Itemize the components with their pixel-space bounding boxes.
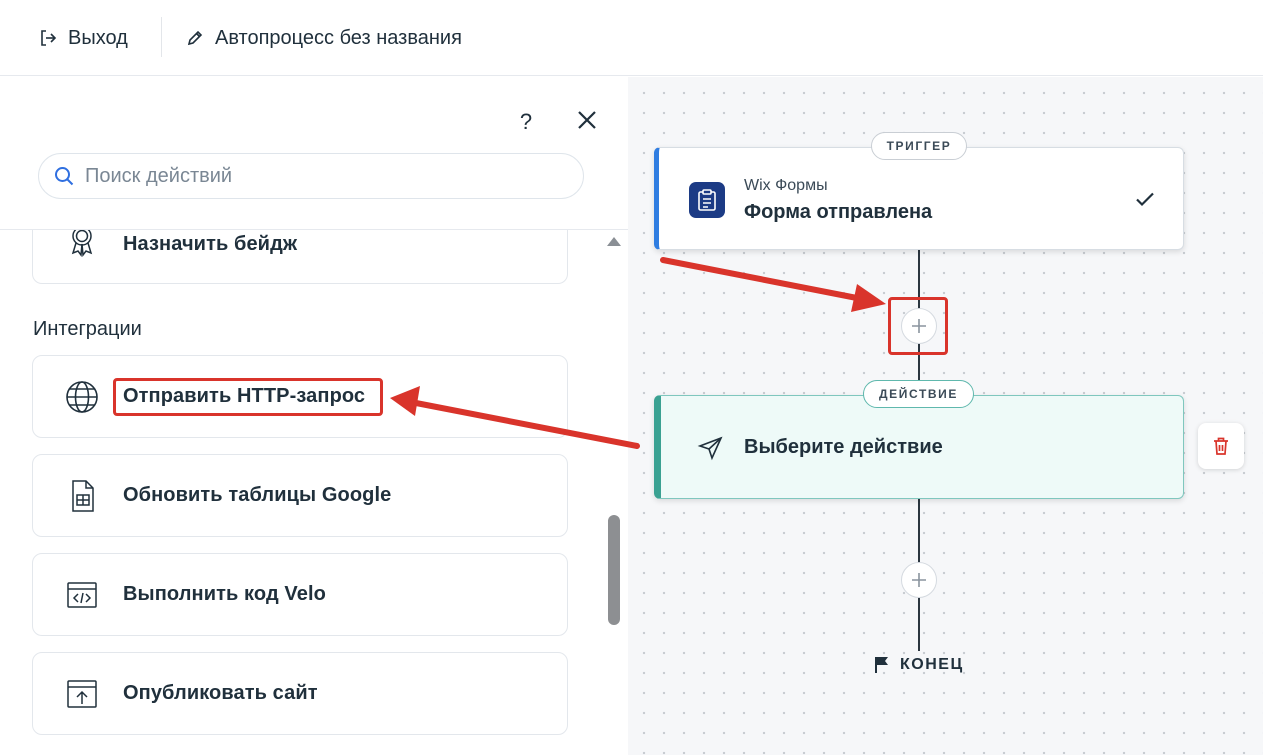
- action-card-label: Опубликовать сайт: [123, 682, 318, 704]
- end-label: КОНЕЦ: [900, 656, 964, 673]
- scroll-up-arrow[interactable]: [607, 237, 621, 246]
- search-box[interactable]: [38, 153, 584, 199]
- actions-panel: ? Назначить бейдж Интеграции Отправи: [0, 77, 628, 755]
- action-card-label: Назначить бейдж: [123, 233, 298, 255]
- publish-icon: [65, 677, 99, 711]
- rename-automation-button[interactable]: Автопроцесс без названия: [185, 22, 462, 54]
- action-card-http-request[interactable]: Отправить HTTP-запрос: [32, 355, 568, 438]
- automation-title: Автопроцесс без названия: [215, 26, 462, 49]
- exit-button[interactable]: Выход: [38, 22, 128, 54]
- panel-header: ?: [0, 77, 628, 230]
- action-pill: ДЕЙСТВИЕ: [863, 380, 974, 408]
- trigger-node[interactable]: Wix Формы Форма отправлена: [654, 147, 1184, 250]
- close-button[interactable]: [574, 107, 600, 133]
- globe-icon: [65, 380, 99, 414]
- exit-label: Выход: [68, 26, 128, 49]
- trash-icon: [1214, 437, 1228, 455]
- action-card-google-sheets[interactable]: Обновить таблицы Google: [32, 454, 568, 537]
- highlight-box: [113, 378, 383, 416]
- search-icon: [55, 167, 74, 186]
- delete-action-button[interactable]: [1198, 423, 1244, 469]
- end-marker: КОНЕЦ: [874, 656, 964, 674]
- scrollbar-thumb[interactable]: [608, 515, 620, 625]
- top-bar: Выход Автопроцесс без названия: [0, 0, 1263, 76]
- check-icon: [1136, 192, 1154, 207]
- send-icon: [697, 436, 723, 461]
- action-card-label: Выполнить код Velo: [123, 583, 326, 605]
- action-node[interactable]: Выберите действие: [654, 395, 1184, 499]
- clipboard-icon: [689, 182, 725, 218]
- action-card-publish-site[interactable]: Опубликовать сайт: [32, 652, 568, 735]
- flag-icon: [875, 657, 888, 673]
- trigger-pill: ТРИГГЕР: [871, 132, 967, 160]
- topbar-divider: [161, 17, 162, 57]
- add-step-button[interactable]: [901, 562, 937, 598]
- search-input[interactable]: [85, 164, 545, 188]
- action-title: Выберите действие: [744, 436, 943, 458]
- trigger-title: Форма отправлена: [744, 201, 933, 223]
- plus-icon: [912, 573, 926, 587]
- trigger-app-name: Wix Формы: [744, 177, 828, 194]
- section-label-integrations: Интеграции: [33, 318, 142, 340]
- pencil-icon: [187, 30, 203, 46]
- help-button[interactable]: ?: [514, 109, 538, 137]
- exit-icon: [41, 30, 57, 46]
- code-icon: [65, 578, 99, 612]
- action-card-velo-code[interactable]: Выполнить код Velo: [32, 553, 568, 636]
- highlight-box: [888, 297, 948, 355]
- action-card-label: Обновить таблицы Google: [123, 484, 392, 506]
- close-icon: [578, 111, 596, 129]
- sheet-icon: [65, 479, 99, 513]
